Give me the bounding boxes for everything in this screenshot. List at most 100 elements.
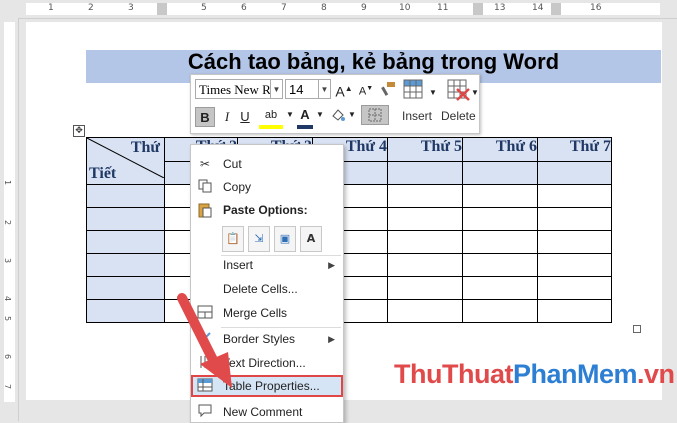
table-cell[interactable] [537, 253, 612, 277]
watermark-part: ThuThuat [394, 359, 513, 389]
move-icon[interactable]: ✥ [73, 125, 85, 137]
chevron-right-icon: ▶ [328, 260, 335, 270]
chevron-down-icon[interactable]: ▼ [429, 83, 437, 103]
borders-icon[interactable] [361, 105, 389, 125]
table-cell[interactable] [537, 276, 612, 300]
table-cell[interactable] [537, 299, 612, 323]
ruler-column-marker[interactable] [551, 3, 561, 15]
ruler-label: 2 [88, 3, 94, 13]
grow-font-icon[interactable]: A▲ [335, 79, 353, 100]
ruler-label: 3 [3, 257, 13, 264]
table-cell[interactable] [537, 230, 612, 254]
table-cell[interactable] [537, 184, 612, 208]
menu-item-insert[interactable]: Insert ▶ [191, 254, 343, 276]
shading-icon[interactable] [329, 105, 347, 125]
table-cell[interactable] [86, 253, 165, 277]
ruler-active-area [4, 22, 15, 402]
paste-text-only-icon[interactable]: A [300, 226, 322, 252]
table-cell[interactable] [537, 161, 612, 185]
font-name-box[interactable]: Times New Ro [195, 79, 271, 99]
header-cell[interactable]: Thứ 6 [462, 137, 538, 162]
menu-item-copy[interactable]: Copy [191, 176, 343, 198]
watermark-part: PhanMem [512, 359, 638, 389]
font-size-box[interactable]: 14 [285, 79, 319, 99]
ruler-column-marker[interactable] [473, 3, 483, 15]
ruler-label: 5 [3, 315, 13, 322]
insert-table-icon[interactable] [401, 79, 429, 105]
ruler-column-marker[interactable] [157, 3, 167, 15]
table-cell[interactable] [462, 299, 538, 323]
table-cell[interactable] [462, 230, 538, 254]
corner-bottom-label: Tiết [89, 165, 117, 182]
delete-label[interactable]: Delete [441, 109, 476, 123]
ruler-label: 2 [3, 219, 13, 226]
table-resize-handle[interactable] [633, 325, 641, 333]
menu-item-label: Paste Options: [223, 203, 308, 217]
menu-item-cut[interactable]: ✂ Cut [191, 153, 343, 175]
highlight-glyph: ab [264, 109, 278, 121]
vertical-ruler: 1 2 3 4 5 6 7 [0, 18, 19, 421]
corner-cell[interactable]: Thứ Tiết [86, 137, 165, 185]
ruler-label: 10 [399, 3, 411, 13]
table-cell[interactable] [387, 184, 463, 208]
annotation-arrow-icon [177, 293, 232, 388]
table-cell[interactable] [86, 276, 165, 300]
ruler-label: 14 [532, 3, 544, 13]
delete-table-icon[interactable] [445, 79, 473, 105]
menu-item-new-comment[interactable]: New Comment [191, 401, 343, 423]
table-cell[interactable] [387, 253, 463, 277]
underline-button[interactable]: U [237, 107, 253, 127]
table-cell[interactable] [462, 161, 538, 185]
table-row [86, 299, 612, 323]
paste-picture-icon[interactable]: ▣ [274, 226, 296, 252]
table-header-row: Thứ Tiết Thứ 2 Thứ 3 Thứ 4 Thứ 5 Thứ 6 T… [86, 137, 612, 185]
menu-item-label: Copy [223, 180, 252, 194]
header-cell[interactable]: Thứ 5 [387, 137, 463, 162]
table-row [86, 207, 612, 231]
ruler-label: 3 [128, 3, 134, 13]
ruler-label: 11 [437, 3, 449, 13]
chevron-down-icon[interactable]: ▼ [319, 79, 331, 99]
table-cell[interactable] [537, 207, 612, 231]
bold-button[interactable]: B [195, 107, 215, 127]
highlight-icon[interactable]: ab [259, 105, 283, 129]
chevron-down-icon[interactable]: ▼ [347, 105, 357, 125]
table-cell[interactable] [387, 299, 463, 323]
italic-button[interactable]: I [219, 107, 235, 127]
ruler-label: 6 [3, 353, 13, 360]
shrink-font-icon[interactable]: A▼ [357, 79, 375, 99]
header-cell[interactable]: Thứ 7 [537, 137, 612, 162]
table-cell[interactable] [86, 184, 165, 208]
document-title[interactable]: Cách tao bảng, kẻ bảng trong Word [86, 49, 661, 75]
table-row [86, 230, 612, 254]
insert-label[interactable]: Insert [402, 109, 432, 123]
table-cell[interactable] [86, 299, 165, 323]
comment-icon [197, 404, 213, 420]
chevron-down-icon[interactable]: ▼ [471, 83, 479, 103]
menu-item-label: Cut [223, 157, 242, 171]
schedule-table[interactable]: Thứ Tiết Thứ 2 Thứ 3 Thứ 4 Thứ 5 Thứ 6 T… [86, 137, 612, 323]
font-color-glyph: A [300, 107, 310, 122]
table-cell[interactable] [86, 207, 165, 231]
table-cell[interactable] [86, 230, 165, 254]
paste-keep-formatting-icon[interactable]: 📋 [222, 226, 244, 252]
chevron-down-icon[interactable]: ▼ [285, 105, 295, 125]
table-cell[interactable] [462, 276, 538, 300]
table-cell[interactable] [462, 207, 538, 231]
table-row [86, 184, 612, 208]
table-cell[interactable] [462, 253, 538, 277]
table-cell[interactable] [387, 276, 463, 300]
format-painter-icon[interactable] [379, 79, 397, 99]
chevron-down-icon[interactable]: ▼ [315, 105, 325, 125]
corner-top-label: Thứ [130, 139, 160, 156]
table-cell[interactable] [387, 207, 463, 231]
menu-item-label: Insert [223, 258, 254, 272]
font-color-icon[interactable]: A [297, 105, 313, 129]
chevron-down-icon[interactable]: ▼ [271, 79, 283, 99]
table-cell[interactable] [387, 161, 463, 185]
table-cell[interactable] [462, 184, 538, 208]
ruler-label: 5 [201, 3, 207, 13]
table-cell[interactable] [387, 230, 463, 254]
ruler-label: 7 [281, 3, 287, 13]
paste-merge-formatting-icon[interactable]: ⇲ [248, 226, 270, 252]
